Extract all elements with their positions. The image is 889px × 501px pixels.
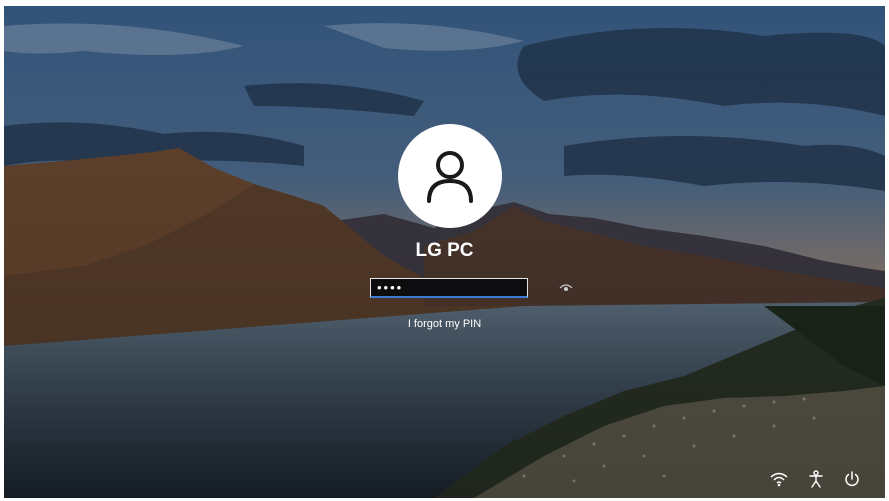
lock-screen: LG PC I forgot my PIN xyxy=(4,6,885,498)
accessibility-icon[interactable] xyxy=(806,469,826,489)
forgot-pin-link[interactable]: I forgot my PIN xyxy=(4,318,885,330)
user-avatar xyxy=(398,124,502,228)
wifi-icon[interactable] xyxy=(769,469,789,489)
pin-field[interactable] xyxy=(370,278,573,298)
person-icon xyxy=(427,151,473,203)
power-icon[interactable] xyxy=(842,469,862,489)
user-name: LG PC xyxy=(415,240,474,261)
pin-input[interactable] xyxy=(371,279,559,296)
eye-icon[interactable] xyxy=(559,280,573,296)
